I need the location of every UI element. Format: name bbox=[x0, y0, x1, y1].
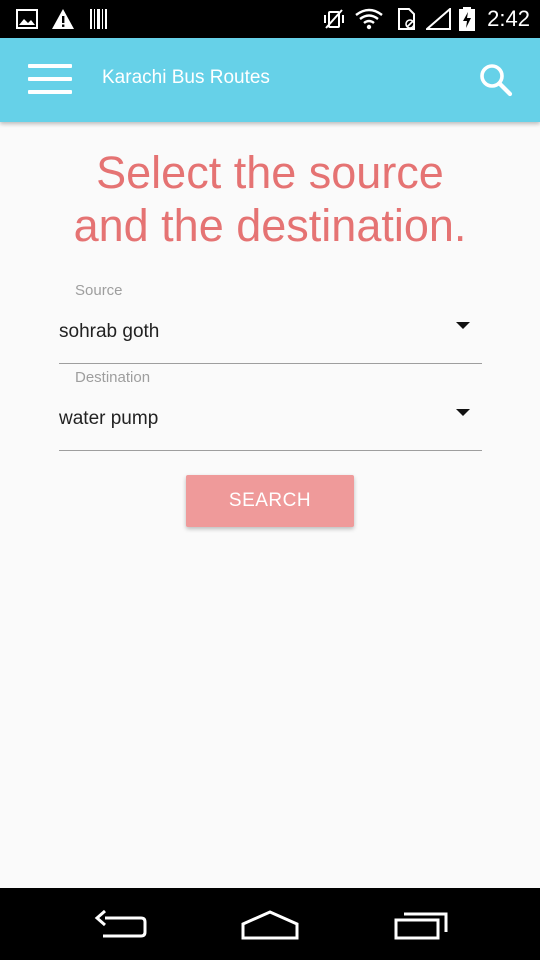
back-icon[interactable] bbox=[93, 906, 147, 946]
barcode-icon bbox=[89, 8, 109, 30]
signal-icon bbox=[426, 8, 452, 30]
source-underline bbox=[59, 363, 482, 364]
destination-underline bbox=[59, 450, 482, 451]
menu-icon[interactable] bbox=[28, 64, 74, 96]
sim-card-icon bbox=[396, 8, 418, 30]
navigation-bar bbox=[0, 888, 540, 960]
warning-icon bbox=[51, 8, 75, 30]
source-dropdown-arrow-icon[interactable] bbox=[456, 322, 470, 329]
heading-line-1: Select the source bbox=[96, 147, 444, 198]
image-icon bbox=[16, 8, 38, 30]
destination-dropdown-arrow-icon[interactable] bbox=[456, 409, 470, 416]
home-icon[interactable] bbox=[241, 906, 299, 946]
battery-charging-icon bbox=[458, 7, 476, 31]
heading-line-2: and the destination. bbox=[73, 200, 467, 251]
wifi-icon bbox=[355, 8, 383, 30]
vibrate-off-icon bbox=[323, 8, 345, 30]
status-time: 2:42 bbox=[487, 6, 530, 31]
status-bar: 2:42 bbox=[0, 0, 540, 38]
source-label: Source bbox=[75, 282, 123, 299]
search-button[interactable]: SEARCH bbox=[186, 475, 354, 527]
source-value: sohrab goth bbox=[59, 321, 160, 342]
recents-icon[interactable] bbox=[393, 906, 449, 946]
app-bar: Karachi Bus Routes bbox=[0, 38, 540, 122]
page-heading: Select the source and the destination. bbox=[0, 146, 540, 252]
search-icon[interactable] bbox=[478, 62, 514, 98]
app-title: Karachi Bus Routes bbox=[102, 67, 270, 88]
destination-value: water pump bbox=[59, 408, 159, 429]
destination-label: Destination bbox=[75, 369, 151, 386]
